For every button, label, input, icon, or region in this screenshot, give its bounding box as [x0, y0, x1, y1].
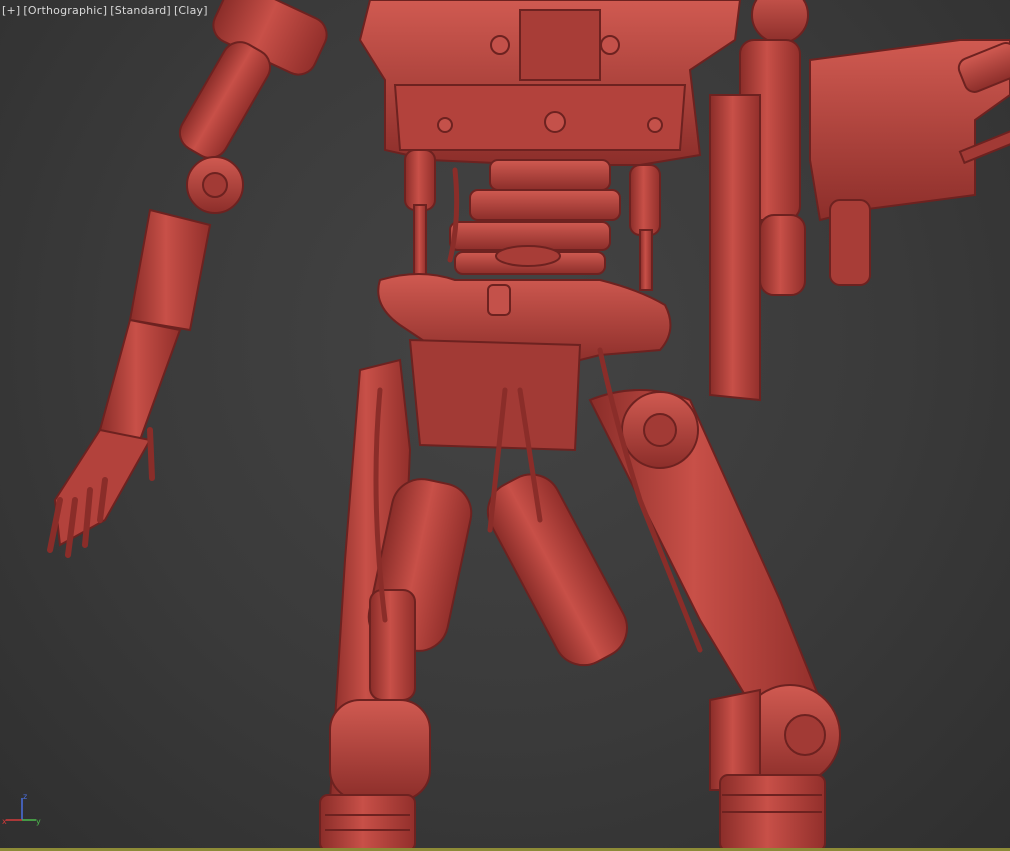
left-arm [47, 0, 328, 558]
axis-x-label: x [2, 817, 7, 826]
viewport-menu-plus[interactable]: [+] [2, 4, 20, 17]
chest [358, 0, 742, 166]
spine [449, 159, 621, 275]
axis-y-label: y [36, 817, 41, 826]
axis-z-label: z [23, 792, 27, 801]
viewport-shading-label[interactable]: [Standard] [110, 4, 171, 17]
viewport-label: [+] [Orthographic] [Standard] [Clay] [2, 4, 211, 17]
right-arm-gun [709, 0, 1010, 402]
axis-gizmo: z x y [2, 792, 41, 826]
viewport-view-label[interactable]: [Orthographic] [23, 4, 107, 17]
viewport-style-label[interactable]: [Clay] [174, 4, 208, 17]
viewport[interactable]: [+] [Orthographic] [Standard] [Clay] z x y [0, 0, 1010, 851]
robot-model[interactable] [0, 0, 1010, 851]
